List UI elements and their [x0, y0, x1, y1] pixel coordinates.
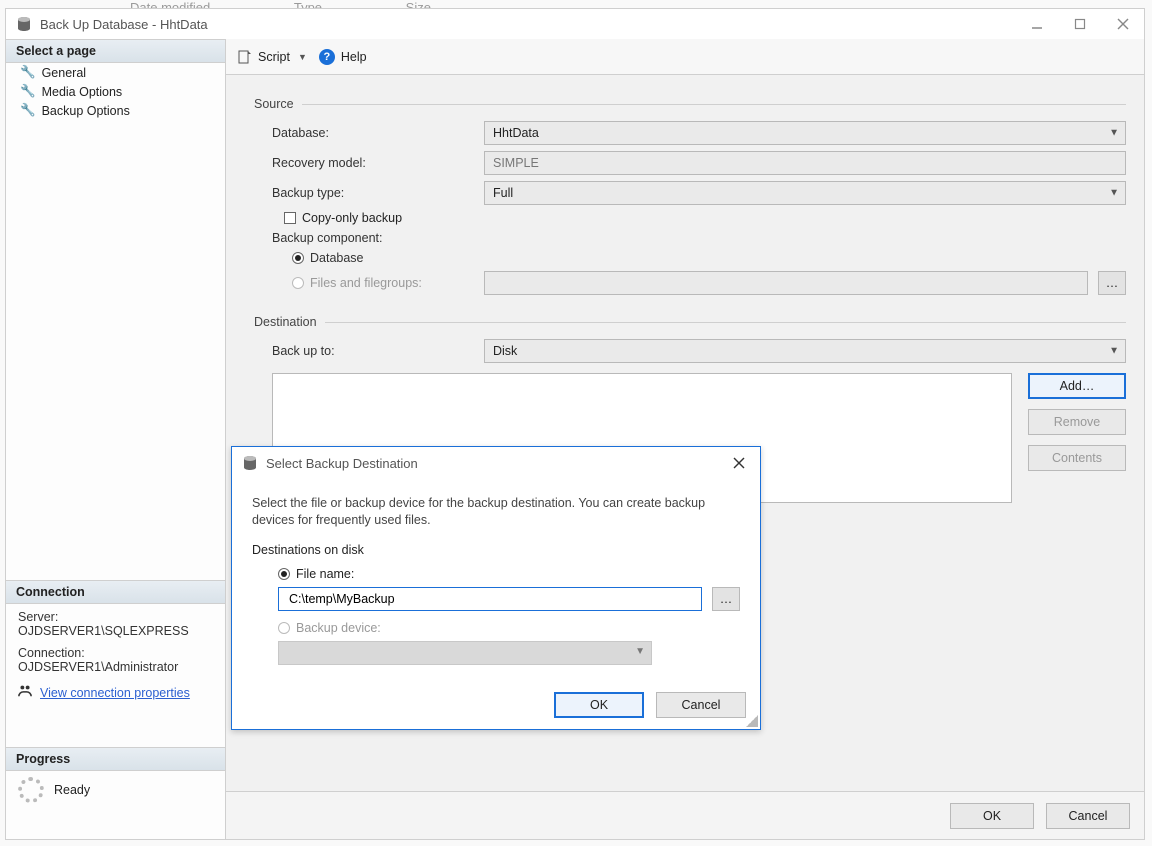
window-title: Back Up Database - HhtData	[40, 17, 208, 32]
files-and-filegroups-browse-button: …	[1098, 271, 1126, 295]
database-label: Database:	[254, 126, 484, 140]
database-icon	[16, 16, 32, 32]
copy-only-backup-checkbox[interactable]: Copy-only backup	[284, 211, 402, 225]
maximize-button[interactable]	[1058, 10, 1101, 38]
server-value: OJDSERVER1\SQLEXPRESS	[18, 624, 213, 638]
file-name-radio[interactable]: File name:	[278, 567, 740, 581]
resize-grip-icon[interactable]	[746, 715, 758, 727]
minimize-button[interactable]	[1015, 10, 1058, 38]
wrench-icon: 🔧	[20, 103, 36, 118]
connection-label: Connection:	[18, 646, 213, 660]
source-group-header: Source	[254, 97, 1126, 111]
destinations-on-disk-label: Destinations on disk	[252, 543, 740, 557]
chevron-down-icon: ▼	[1109, 188, 1119, 199]
help-button[interactable]: ? Help	[319, 49, 367, 65]
contents-button: Contents	[1028, 445, 1126, 471]
destination-group-header: Destination	[254, 315, 1126, 329]
chevron-down-icon: ▼	[1109, 346, 1119, 357]
add-destination-button[interactable]: Add…	[1028, 373, 1126, 399]
files-and-filegroups-textbox	[484, 271, 1088, 295]
connection-icon	[18, 684, 32, 701]
backup-device-radio: Backup device:	[278, 621, 740, 635]
server-label: Server:	[18, 610, 213, 624]
backup-type-label: Backup type:	[254, 186, 484, 200]
sidebar-page-backup-options[interactable]: 🔧 Backup Options	[6, 101, 225, 120]
recovery-model-value: SIMPLE	[484, 151, 1126, 175]
sidebar-connection-header: Connection	[6, 580, 225, 604]
subdialog-title: Select Backup Destination	[266, 456, 418, 471]
select-backup-destination-dialog: Select Backup Destination Select the fil…	[231, 446, 761, 730]
script-button[interactable]: Script ▼	[238, 50, 307, 64]
progress-status: Ready	[54, 783, 90, 797]
connection-value: OJDSERVER1\Administrator	[18, 660, 213, 674]
view-connection-properties-link[interactable]: View connection properties	[40, 686, 190, 700]
script-icon	[238, 50, 252, 64]
subdialog-cancel-button[interactable]: Cancel	[656, 692, 746, 718]
back-up-to-label: Back up to:	[254, 344, 484, 358]
backup-device-select: ▼	[278, 641, 652, 665]
chevron-down-icon: ▼	[298, 52, 307, 62]
subdialog-description: Select the file or backup device for the…	[252, 495, 740, 529]
backup-component-label: Backup component:	[254, 231, 484, 245]
checkbox-icon	[284, 212, 296, 224]
subdialog-button-bar: OK Cancel	[232, 681, 760, 729]
sidebar-page-media-options[interactable]: 🔧 Media Options	[6, 82, 225, 101]
wrench-icon: 🔧	[20, 84, 36, 99]
help-icon: ?	[319, 49, 335, 65]
progress-status-row: Ready	[6, 771, 225, 809]
component-files-radio: Files and filegroups:	[292, 276, 484, 290]
title-bar[interactable]: Back Up Database - HhtData	[6, 9, 1144, 39]
file-name-input[interactable]	[278, 587, 702, 611]
recovery-model-label: Recovery model:	[254, 156, 484, 170]
subdialog-title-bar[interactable]: Select Backup Destination	[232, 447, 760, 479]
progress-spinner-icon	[18, 777, 44, 803]
subdialog-close-button[interactable]	[717, 449, 760, 477]
connection-info: Server: OJDSERVER1\SQLEXPRESS Connection…	[6, 604, 225, 707]
chevron-down-icon: ▼	[635, 646, 645, 657]
browse-file-button[interactable]: …	[712, 587, 740, 611]
sidebar: Select a page 🔧 General 🔧 Media Options …	[6, 39, 226, 839]
sidebar-page-general[interactable]: 🔧 General	[6, 63, 225, 82]
sidebar-select-page-header: Select a page	[6, 39, 225, 63]
close-button[interactable]	[1101, 10, 1144, 38]
sidebar-progress-header: Progress	[6, 747, 225, 771]
database-icon	[242, 455, 258, 471]
toolbar: Script ▼ ? Help	[226, 39, 1144, 75]
back-up-to-select[interactable]: Disk ▼	[484, 339, 1126, 363]
cancel-button[interactable]: Cancel	[1046, 803, 1130, 829]
subdialog-ok-button[interactable]: OK	[554, 692, 644, 718]
component-database-radio[interactable]: Database	[292, 251, 484, 265]
remove-destination-button: Remove	[1028, 409, 1126, 435]
wrench-icon: 🔧	[20, 65, 36, 80]
backup-type-select[interactable]: Full ▼	[484, 181, 1126, 205]
chevron-down-icon: ▼	[1109, 128, 1119, 139]
database-select[interactable]: HhtData ▼	[484, 121, 1126, 145]
dialog-button-bar: OK Cancel	[226, 791, 1144, 839]
ok-button[interactable]: OK	[950, 803, 1034, 829]
